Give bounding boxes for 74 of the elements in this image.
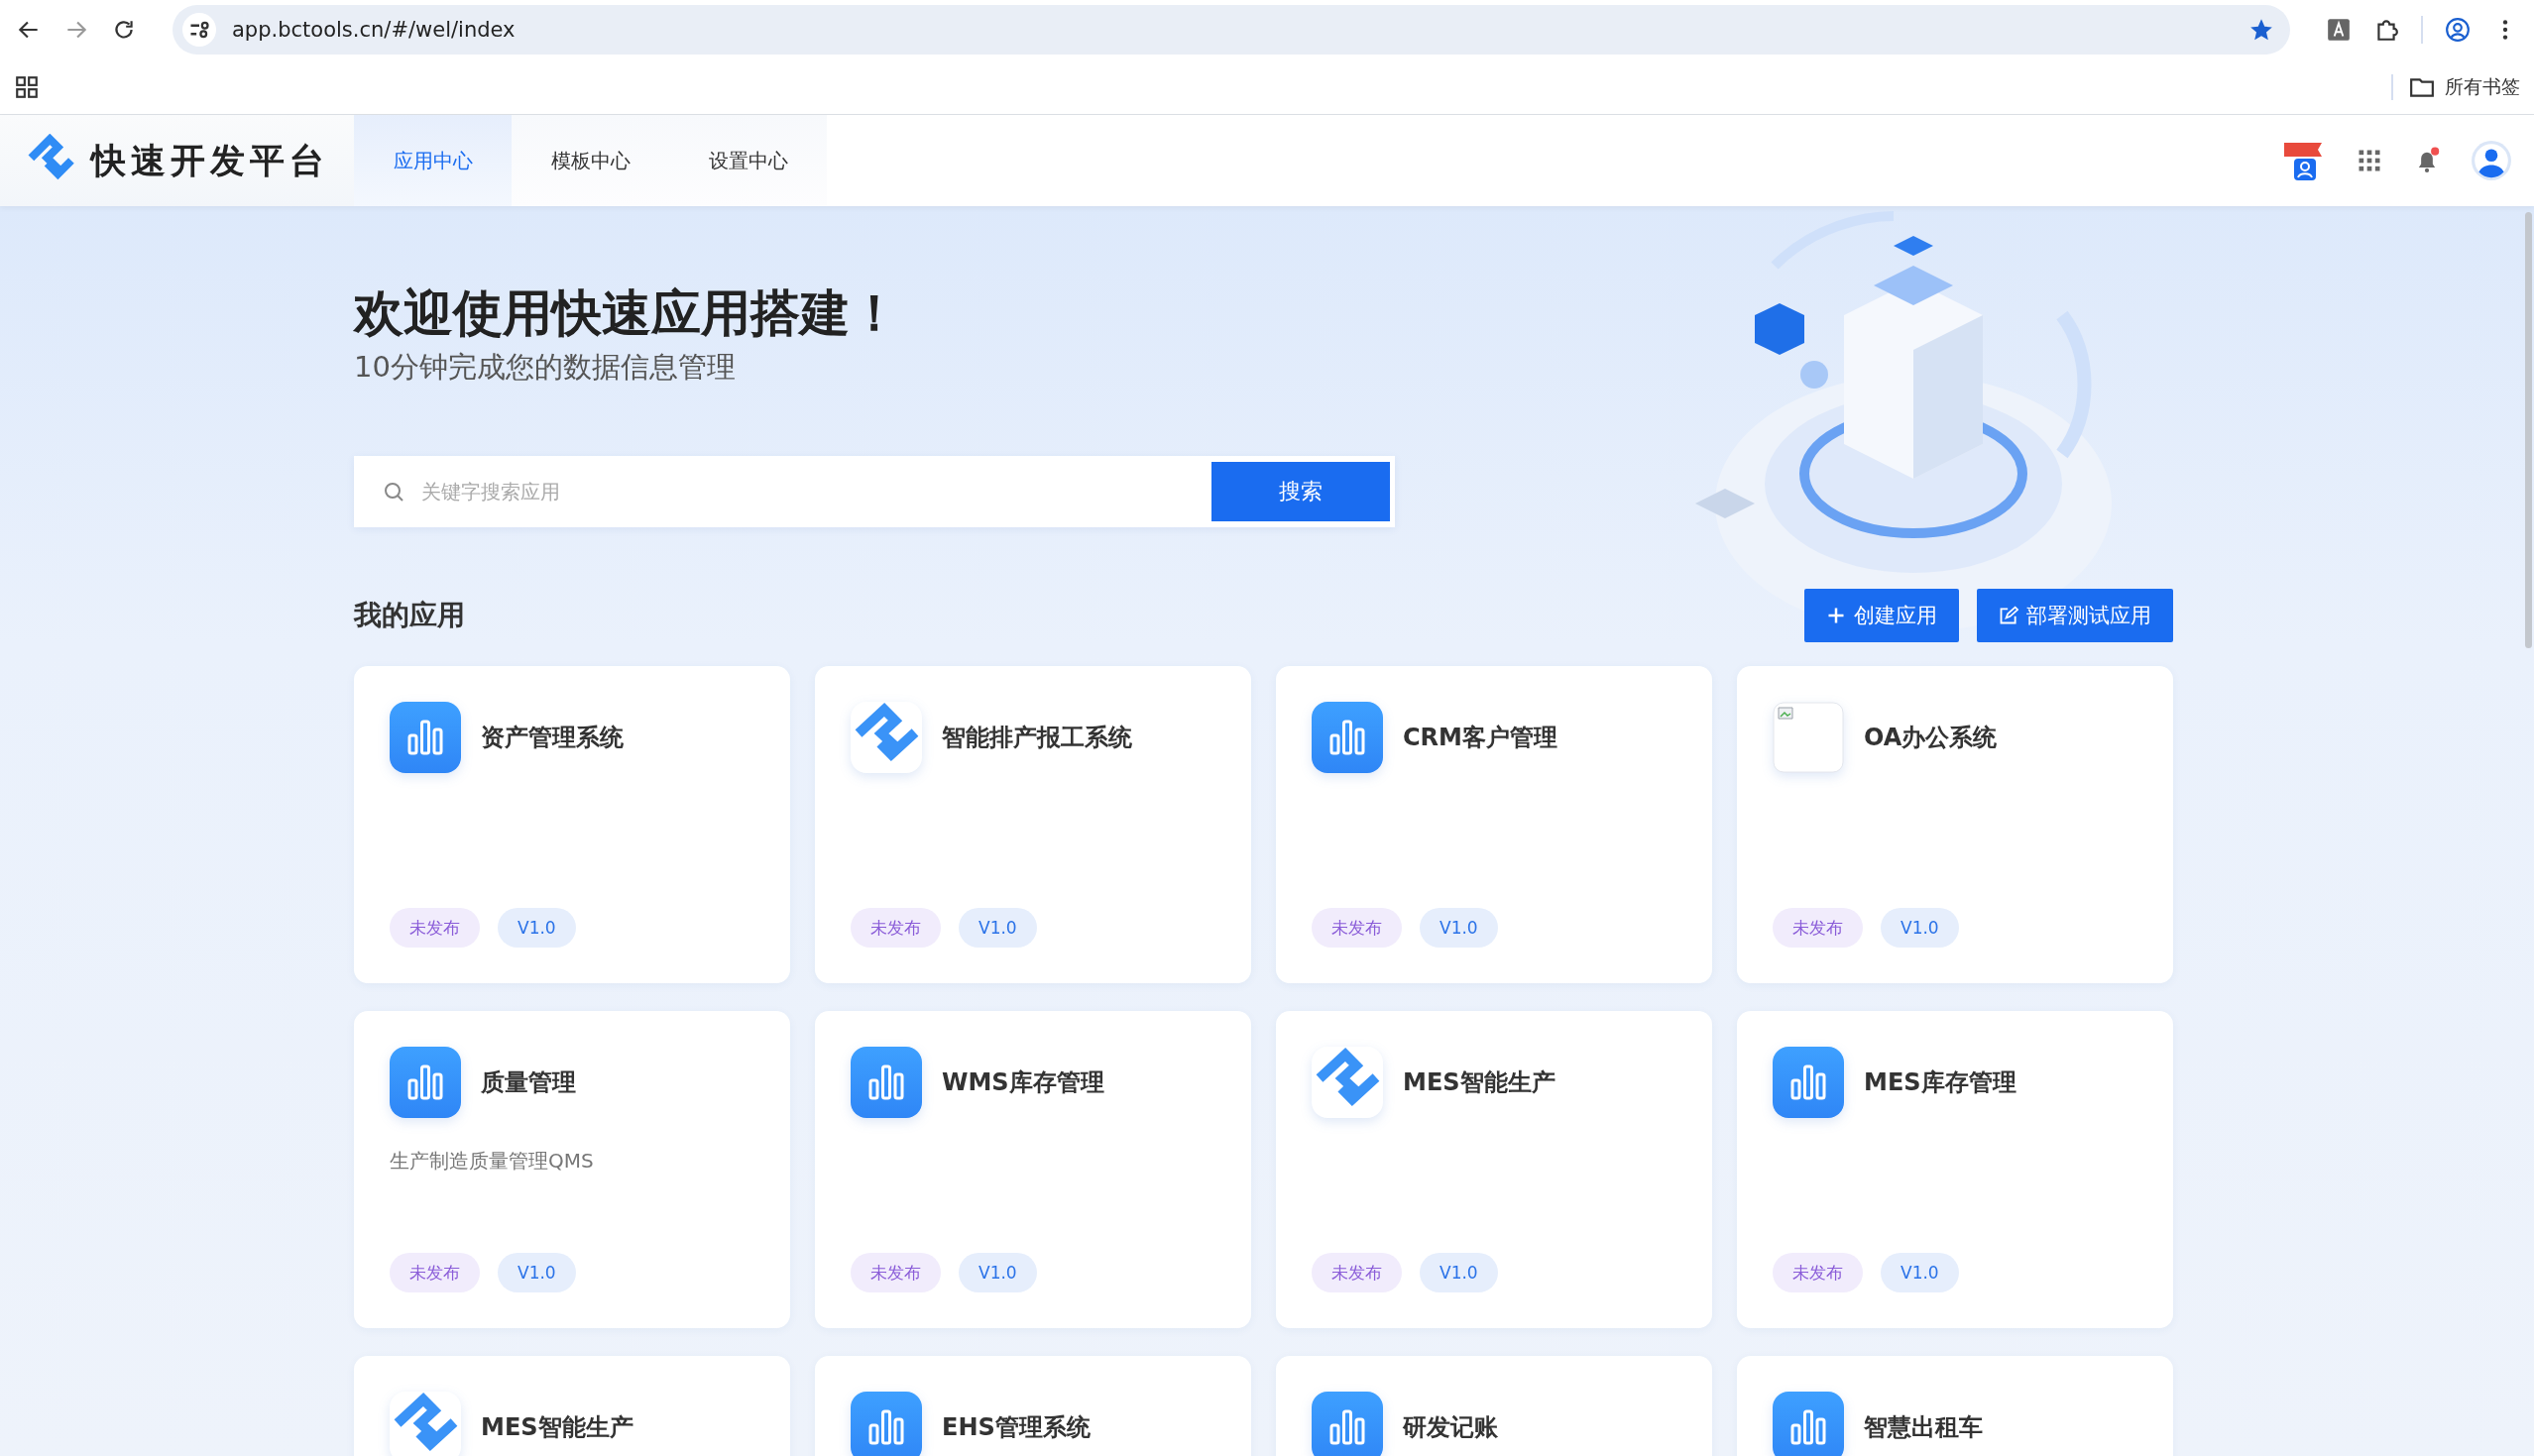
app-card[interactable]: EHS管理系统	[815, 1356, 1251, 1456]
app-name: MES智能生产	[1403, 1067, 1555, 1098]
app-name: EHS管理系统	[942, 1412, 1091, 1443]
app-name: 资产管理系统	[481, 723, 624, 753]
app-card[interactable]: CRM客户管理 未发布 V1.0	[1276, 666, 1712, 983]
search-field[interactable]: 关键字搜索应用 搜索	[354, 456, 1395, 527]
app-card[interactable]: MES智能生产	[354, 1356, 790, 1456]
app-name: MES库存管理	[1864, 1067, 2016, 1098]
version-tag: V1.0	[1420, 908, 1498, 948]
app-description: 生产制造质量管理QMS	[390, 1148, 595, 1175]
app-name: MES智能生产	[481, 1412, 634, 1443]
plus-icon	[1826, 606, 1846, 625]
app-card[interactable]: 研发记账	[1276, 1356, 1712, 1456]
bar-chart-icon	[390, 702, 461, 773]
site-info-icon	[182, 13, 216, 47]
version-tag: V1.0	[498, 908, 576, 948]
bar-chart-icon	[851, 1047, 922, 1118]
address-bar[interactable]: app.bctools.cn/#/wel/index	[173, 5, 2290, 55]
app-name: 智能排产报工系统	[942, 723, 1132, 753]
status-tag: 未发布	[1773, 908, 1863, 948]
search-icon	[382, 480, 405, 504]
bar-chart-icon	[1312, 1392, 1383, 1456]
version-tag: V1.0	[959, 908, 1037, 948]
app-card[interactable]: MES智能生产 未发布 V1.0	[1276, 1011, 1712, 1328]
scrollbar[interactable]	[2525, 212, 2532, 648]
app-card[interactable]: OA办公系统 未发布 V1.0	[1737, 666, 2173, 983]
app-card[interactable]: 质量管理 生产制造质量管理QMS 未发布 V1.0	[354, 1011, 790, 1328]
create-app-button[interactable]: 创建应用	[1804, 589, 1959, 642]
status-tag: 未发布	[851, 1253, 941, 1292]
profile-icon[interactable]	[2445, 17, 2471, 43]
status-tag: 未发布	[851, 908, 941, 948]
app-name: WMS库存管理	[942, 1067, 1104, 1098]
app-name: 智慧出租车	[1864, 1412, 1983, 1443]
status-tag: 未发布	[1773, 1253, 1863, 1292]
status-tag: 未发布	[390, 1253, 480, 1292]
version-tag: V1.0	[1881, 1253, 1959, 1292]
app-name: 质量管理	[481, 1067, 576, 1098]
broken-image-icon	[1773, 702, 1844, 773]
apps-grid-icon[interactable]	[14, 73, 40, 100]
app-card[interactable]: 智能排产报工系统 未发布 V1.0	[815, 666, 1251, 983]
url-text: app.bctools.cn/#/wel/index	[232, 18, 517, 42]
app-card[interactable]: 资产管理系统 未发布 V1.0	[354, 666, 790, 983]
version-tag: V1.0	[1881, 908, 1959, 948]
edit-icon	[1999, 606, 2018, 625]
bar-chart-icon	[1773, 1392, 1844, 1456]
deploy-app-button[interactable]: 部署测试应用	[1977, 589, 2173, 642]
app-card[interactable]: 智慧出租车	[1737, 1356, 2173, 1456]
app-name: CRM客户管理	[1403, 723, 1557, 753]
app-name: OA办公系统	[1864, 723, 1998, 753]
welcome-title: 欢迎使用快速应用搭建！	[354, 283, 900, 343]
app-card[interactable]: MES库存管理 未发布 V1.0	[1737, 1011, 2173, 1328]
version-tag: V1.0	[498, 1253, 576, 1292]
nav-tab[interactable]: 设置中心	[669, 115, 827, 206]
avatar-icon[interactable]	[2471, 140, 2512, 181]
version-tag: V1.0	[959, 1253, 1037, 1292]
version-tag: V1.0	[1420, 1253, 1498, 1292]
bar-chart-icon	[1773, 1047, 1844, 1118]
nav-tab[interactable]: 应用中心	[354, 115, 512, 206]
status-tag: 未发布	[1312, 908, 1402, 948]
status-tag: 未发布	[1312, 1253, 1402, 1292]
app-name: 研发记账	[1403, 1412, 1498, 1443]
section-title: 我的应用	[354, 598, 465, 633]
translate-icon[interactable]	[2326, 17, 2352, 43]
bookmarks-folder[interactable]: 所有书签	[2391, 73, 2520, 100]
welcome-subtitle: 10分钟完成您的数据信息管理	[354, 349, 737, 386]
app-card[interactable]: WMS库存管理 未发布 V1.0	[815, 1011, 1251, 1328]
bar-chart-icon	[851, 1392, 922, 1456]
search-button[interactable]: 搜索	[1211, 462, 1390, 521]
brand-name: 快速开发平台	[91, 139, 329, 182]
bar-chart-icon	[1312, 702, 1383, 773]
status-tag: 未发布	[390, 908, 480, 948]
nav-tab[interactable]: 模板中心	[512, 115, 669, 206]
bar-chart-icon	[390, 1047, 461, 1118]
star-icon[interactable]	[2248, 17, 2274, 43]
